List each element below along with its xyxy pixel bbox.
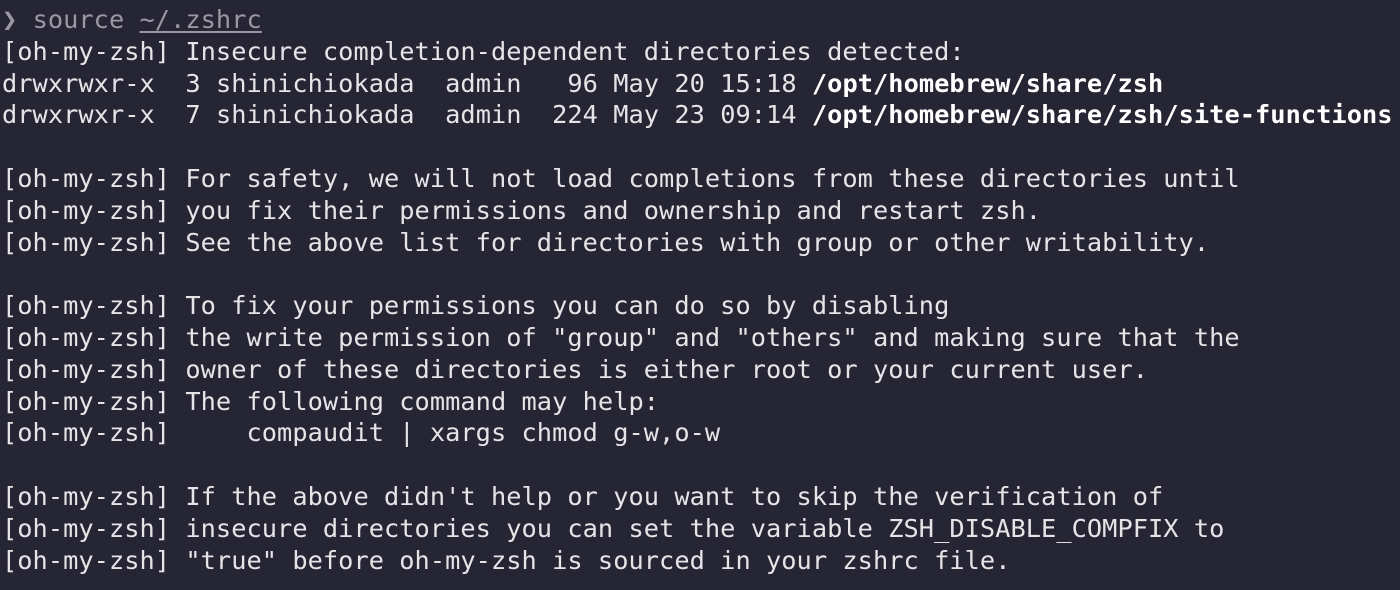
directory-row: drwxrwxr-x 3 shinichiokada admin 96 May … (2, 68, 1400, 100)
dir-links: 7 (185, 100, 201, 130)
output-line: [oh-my-zsh] owner of these directories i… (2, 354, 1148, 384)
prompt-chevron-icon: ❯ (2, 5, 18, 34)
terminal-window[interactable]: ❯ source ~/.zshrc [oh-my-zsh] Insecure c… (0, 0, 1400, 590)
dir-size: 96 (552, 68, 598, 98)
dir-permissions: drwxrwxr-x (2, 100, 155, 130)
dir-permissions: drwxrwxr-x (2, 68, 155, 98)
output-line: [oh-my-zsh] If the above didn't help or … (2, 481, 1164, 511)
dir-date: May 20 15:18 (613, 68, 797, 98)
fix-command-line: [oh-my-zsh] compaudit | xargs chmod g-w,… (2, 418, 721, 448)
directory-row: drwxrwxr-x 7 shinichiokada admin 224 May… (2, 99, 1400, 131)
prompt-line: ❯ source ~/.zshrc (2, 4, 1400, 36)
dir-date: May 23 09:14 (613, 100, 797, 130)
dir-size: 224 (552, 100, 598, 130)
dir-path: /opt/homebrew/share/zsh/site-functions (811, 100, 1393, 130)
output-line: [oh-my-zsh] To fix your permissions you … (2, 291, 950, 321)
output-line: [oh-my-zsh] The following command may he… (2, 386, 660, 416)
dir-links: 3 (185, 68, 201, 98)
output-line: [oh-my-zsh] "true" before oh-my-zsh is s… (2, 545, 1011, 575)
dir-owner: shinichiokada (215, 68, 415, 98)
output-line: [oh-my-zsh] insecure directories you can… (2, 513, 1225, 543)
output-line: [oh-my-zsh] See the above list for direc… (2, 227, 1210, 257)
prompt-command: source (32, 5, 125, 34)
output-line: [oh-my-zsh] For safety, we will not load… (2, 163, 1240, 193)
prompt-argument: ~/.zshrc (139, 5, 262, 34)
output-line: [oh-my-zsh] you fix their permissions an… (2, 195, 1042, 225)
dir-group: admin (445, 100, 522, 130)
dir-group: admin (445, 68, 522, 98)
output-line: [oh-my-zsh] the write permission of "gro… (2, 322, 1240, 352)
dir-path: /opt/homebrew/share/zsh (811, 68, 1164, 98)
dir-owner: shinichiokada (215, 100, 415, 130)
warning-header: [oh-my-zsh] Insecure completion-dependen… (2, 36, 965, 66)
